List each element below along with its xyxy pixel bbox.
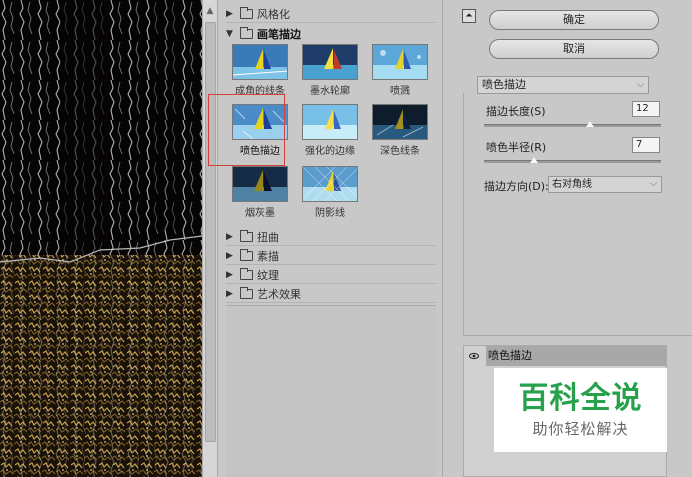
effect-layer-row[interactable]: 喷色描边 xyxy=(486,346,666,366)
stroke-direction-select[interactable]: 右对角线 ⌵ xyxy=(548,176,662,193)
preview-texture xyxy=(0,0,202,477)
folder-icon xyxy=(240,7,253,19)
thumbnail-image xyxy=(302,104,358,140)
filter-thumb-angled-strokes[interactable]: 成角的线条 xyxy=(226,44,294,97)
category-label: 扭曲 xyxy=(257,231,279,244)
filter-thumb-dark-strokes[interactable]: 深色线条 xyxy=(366,104,434,157)
category-artistic[interactable]: ▶ 艺术效果 xyxy=(226,286,436,303)
filter-thumb-spatter[interactable]: 喷溅 xyxy=(366,44,434,97)
filter-thumb-sprayed-strokes[interactable]: 喷色描边 xyxy=(208,94,294,166)
preview-scrollbar[interactable]: ▲ xyxy=(202,0,218,477)
filter-thumb-ink-outlines[interactable]: 墨水轮廓 xyxy=(296,44,364,97)
category-sketch[interactable]: ▶ 素描 xyxy=(226,248,436,265)
category-label: 艺术效果 xyxy=(257,288,301,301)
category-label: 画笔描边 xyxy=(257,27,301,41)
thumbnail-image xyxy=(302,44,358,80)
folder-open-icon xyxy=(240,26,253,39)
category-stylize[interactable]: ▶ 风格化 xyxy=(226,6,436,23)
spray-radius-label: 喷色半径(R) xyxy=(486,141,547,154)
thumbnail-label: 阴影线 xyxy=(315,208,345,219)
spray-radius-slider[interactable] xyxy=(484,157,661,163)
category-label: 风格化 xyxy=(257,8,290,21)
ok-button[interactable]: 确定 xyxy=(489,10,659,30)
chevron-down-icon: ⌵ xyxy=(650,179,657,189)
watermark-subtitle: 助你轻松解决 xyxy=(532,420,629,438)
scrollbar-thumb[interactable] xyxy=(205,22,216,442)
stroke-direction-label: 描边方向(D): xyxy=(484,180,549,193)
stroke-length-input[interactable]: 12 xyxy=(632,101,660,117)
watermark: 百科全说 助你轻松解决 xyxy=(494,368,667,452)
expand-triangle-icon: ▶ xyxy=(226,9,233,19)
stroke-length-slider[interactable] xyxy=(484,121,661,127)
folder-icon xyxy=(240,249,253,261)
image-preview[interactable] xyxy=(0,0,202,477)
thumbnail-image xyxy=(232,44,288,80)
expand-triangle-icon: ▶ xyxy=(226,251,233,261)
spray-radius-input[interactable]: 7 xyxy=(632,137,660,153)
filter-gallery: ▶ 风格化 ▼ 画笔描边 成角的线条 墨水轮廓 喷溅 喷色描边 强化的边缘 深色… xyxy=(208,0,438,477)
cancel-button[interactable]: 取消 xyxy=(489,39,659,59)
direction-value: 右对角线 xyxy=(552,179,592,190)
category-texture[interactable]: ▶ 纹理 xyxy=(226,267,436,284)
collapse-gallery-icon[interactable]: ⏶ xyxy=(462,9,476,23)
slider-handle[interactable] xyxy=(586,121,595,127)
folder-icon xyxy=(240,230,253,242)
category-label: 素描 xyxy=(257,250,279,263)
thumbnail-image xyxy=(372,104,428,140)
filter-select-value: 喷色描边 xyxy=(482,78,526,91)
thumbnail-label: 墨水轮廓 xyxy=(310,86,350,97)
thumbnail-label: 深色线条 xyxy=(380,146,420,157)
thumbnail-image xyxy=(372,44,428,80)
scroll-up-icon[interactable]: ▲ xyxy=(203,4,217,18)
filter-thumb-crosshatch[interactable]: 阴影线 xyxy=(296,166,364,219)
thumbnail-image xyxy=(232,166,288,202)
watermark-title: 百科全说 xyxy=(518,381,643,416)
folder-icon xyxy=(240,287,253,299)
chevron-down-icon: ⌵ xyxy=(637,80,644,90)
thumbnail-label: 强化的边缘 xyxy=(305,146,355,157)
filter-select[interactable]: 喷色描边 ⌵ xyxy=(477,76,649,94)
thumbnail-label: 烟灰墨 xyxy=(245,208,275,219)
filter-thumb-sumi-e[interactable]: 烟灰墨 xyxy=(226,166,294,219)
expand-triangle-icon: ▶ xyxy=(226,270,233,280)
slider-handle[interactable] xyxy=(529,157,538,163)
thumbnail-image xyxy=(302,166,358,202)
expand-triangle-icon: ▶ xyxy=(226,289,233,299)
thumbnail-label: 喷溅 xyxy=(390,86,410,97)
filter-thumb-accented-edges[interactable]: 强化的边缘 xyxy=(296,104,364,157)
selection-highlight xyxy=(208,94,285,166)
stroke-length-label: 描边长度(S) xyxy=(486,105,546,118)
expand-triangle-icon: ▶ xyxy=(226,232,233,242)
category-distort[interactable]: ▶ 扭曲 xyxy=(226,229,436,246)
gallery-empty-area xyxy=(226,305,436,477)
collapse-triangle-icon: ▼ xyxy=(226,28,233,39)
effect-layer-name: 喷色描边 xyxy=(488,349,532,362)
category-label: 纹理 xyxy=(257,269,279,282)
folder-icon xyxy=(240,268,253,280)
filter-parameters: 描边长度(S) 12 喷色半径(R) 7 描边方向(D): 右对角线 ⌵ xyxy=(463,93,692,336)
eye-icon[interactable] xyxy=(469,351,479,361)
category-brush-strokes[interactable]: ▼ 画笔描边 xyxy=(226,25,436,42)
